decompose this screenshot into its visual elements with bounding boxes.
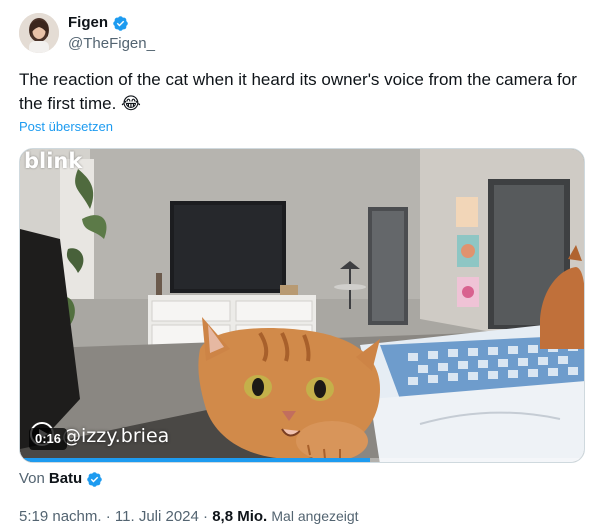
author-handle[interactable]: @TheFigen_: [68, 35, 155, 53]
video-frame: [20, 149, 584, 462]
meta-separator: ·: [198, 508, 213, 525]
video-progress-fill: [20, 458, 370, 462]
verified-badge-icon: [87, 471, 102, 487]
translate-link[interactable]: Post übersetzen: [19, 119, 113, 135]
author-name[interactable]: Figen: [68, 14, 108, 32]
video-player[interactable]: blink @izzy.briea 0:16: [19, 148, 585, 463]
video-timer: 0:16: [29, 428, 68, 450]
verified-badge-icon: [113, 15, 128, 31]
views-label: Mal angezeigt: [271, 508, 359, 524]
media-attribution: Von Batu: [19, 470, 103, 488]
tweet-date[interactable]: 11. Juli 2024: [115, 508, 199, 525]
avatar[interactable]: [19, 13, 59, 53]
tweet-meta: 5:19 nachm. · 11. Juli 2024 · 8,8 Mio. M…: [19, 507, 359, 526]
meta-separator: ·: [101, 508, 115, 525]
tweet-card: Figen @TheFigen_ The reaction of the cat…: [0, 0, 599, 526]
author-name-row[interactable]: Figen: [68, 14, 129, 32]
avatar-image: [19, 13, 59, 53]
attribution-author[interactable]: Batu: [49, 470, 82, 488]
attribution-prefix: Von: [19, 470, 45, 487]
video-progress-bar[interactable]: [20, 458, 584, 462]
tweet-text: The reaction of the cat when it heard it…: [19, 70, 577, 113]
views-count: 8,8 Mio.: [212, 508, 268, 525]
brand-logo: blink: [24, 149, 83, 173]
tweet-time[interactable]: 5:19 nachm.: [19, 508, 102, 525]
video-watermark: @izzy.briea: [62, 425, 170, 447]
